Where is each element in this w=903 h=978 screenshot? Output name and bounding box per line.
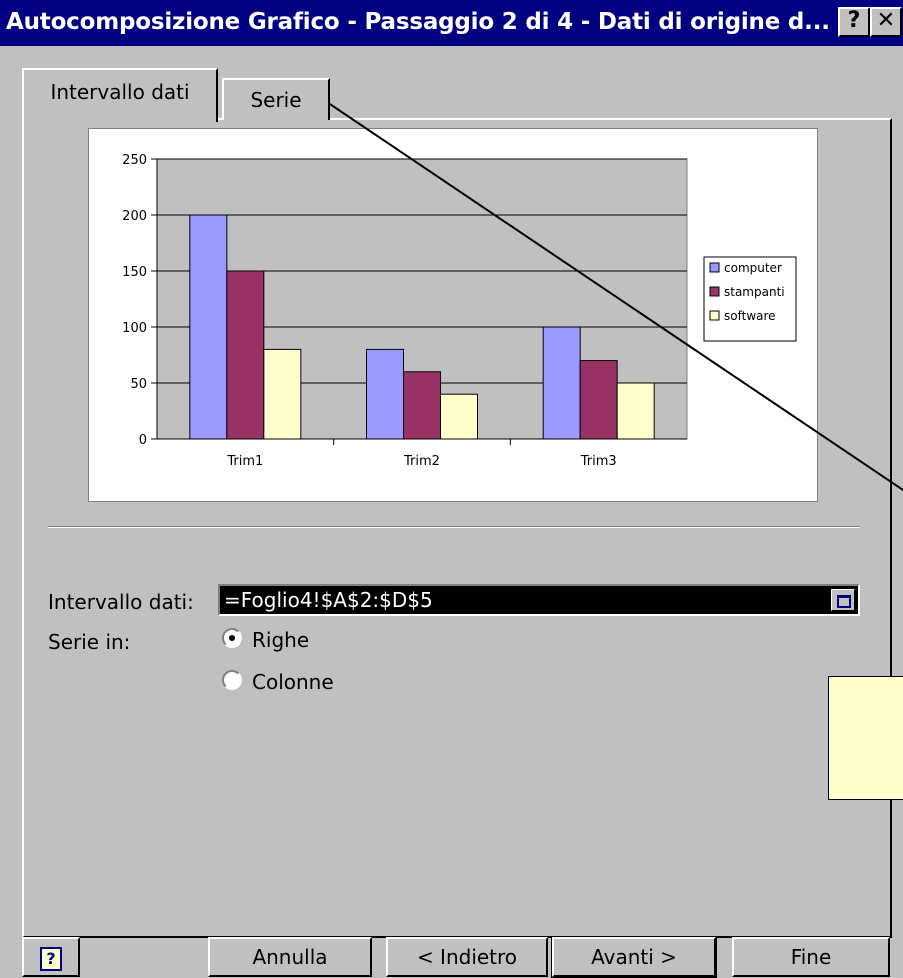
y-tick-label: 150: [122, 265, 147, 280]
chart-preview: 0 50 100 150 200 250 Trim1 Trim2 Trim3 computer st…: [88, 128, 818, 502]
close-button[interactable]: ✕: [870, 7, 902, 37]
note-callout-box: [828, 676, 903, 800]
legend-swatch: [709, 286, 720, 297]
range-input[interactable]: =Foglio4!$A$2:$D$5: [218, 584, 860, 616]
help-title-button[interactable]: ?: [838, 7, 870, 37]
window-title: Autocomposizione Grafico - Passaggio 2 d…: [6, 9, 830, 35]
tab-intervallo-dati[interactable]: Intervallo dati: [22, 68, 218, 122]
bar-computer: [366, 348, 404, 440]
chart-svg: 0 50 100 150 200 250 Trim1 Trim2 Trim3 computer st…: [122, 153, 797, 469]
y-tick-label: 0: [139, 433, 147, 448]
range-label: Intervallo dati:: [48, 590, 194, 614]
y-tick-label: 100: [122, 321, 147, 336]
bar-stampanti: [579, 360, 618, 440]
bar-software: [440, 393, 478, 440]
back-button[interactable]: < Indietro: [386, 937, 548, 977]
bar-stampanti: [226, 270, 265, 440]
bar-software: [263, 348, 302, 440]
cancel-button[interactable]: Annulla: [208, 937, 372, 977]
radio-columns[interactable]: [222, 670, 242, 690]
bar-computer: [189, 214, 228, 440]
x-tick-label: Trim3: [580, 454, 617, 469]
collapse-dialog-icon[interactable]: [831, 589, 855, 611]
legend-label: stampanti: [724, 285, 785, 299]
range-value: =Foglio4!$A$2:$D$5: [224, 588, 433, 612]
y-tick-label: 200: [122, 209, 147, 224]
help-icon: ?: [40, 947, 62, 971]
x-tick-label: Trim2: [403, 454, 440, 469]
legend-swatch: [709, 310, 720, 321]
title-bar: Autocomposizione Grafico - Passaggio 2 d…: [0, 0, 903, 46]
x-tick-label: Trim1: [226, 454, 263, 469]
finish-button[interactable]: Fine: [732, 937, 890, 977]
y-tick-label: 250: [122, 153, 147, 168]
legend-label: software: [724, 309, 776, 323]
radio-rows[interactable]: [222, 628, 242, 648]
series-in-label: Serie in:: [48, 630, 131, 654]
y-tick-label: 50: [130, 377, 147, 392]
bar-software: [616, 382, 655, 440]
bar-stampanti: [403, 371, 441, 440]
radio-columns-label[interactable]: Colonne: [252, 670, 334, 694]
tab-serie[interactable]: Serie: [222, 78, 330, 120]
help-button[interactable]: ?: [22, 937, 80, 977]
next-button[interactable]: Avanti >: [551, 936, 717, 978]
legend-label: computer: [724, 261, 782, 275]
bar-computer: [542, 326, 581, 440]
legend-swatch: [709, 262, 720, 273]
radio-rows-label[interactable]: Righe: [252, 628, 309, 652]
separator: [48, 526, 860, 528]
